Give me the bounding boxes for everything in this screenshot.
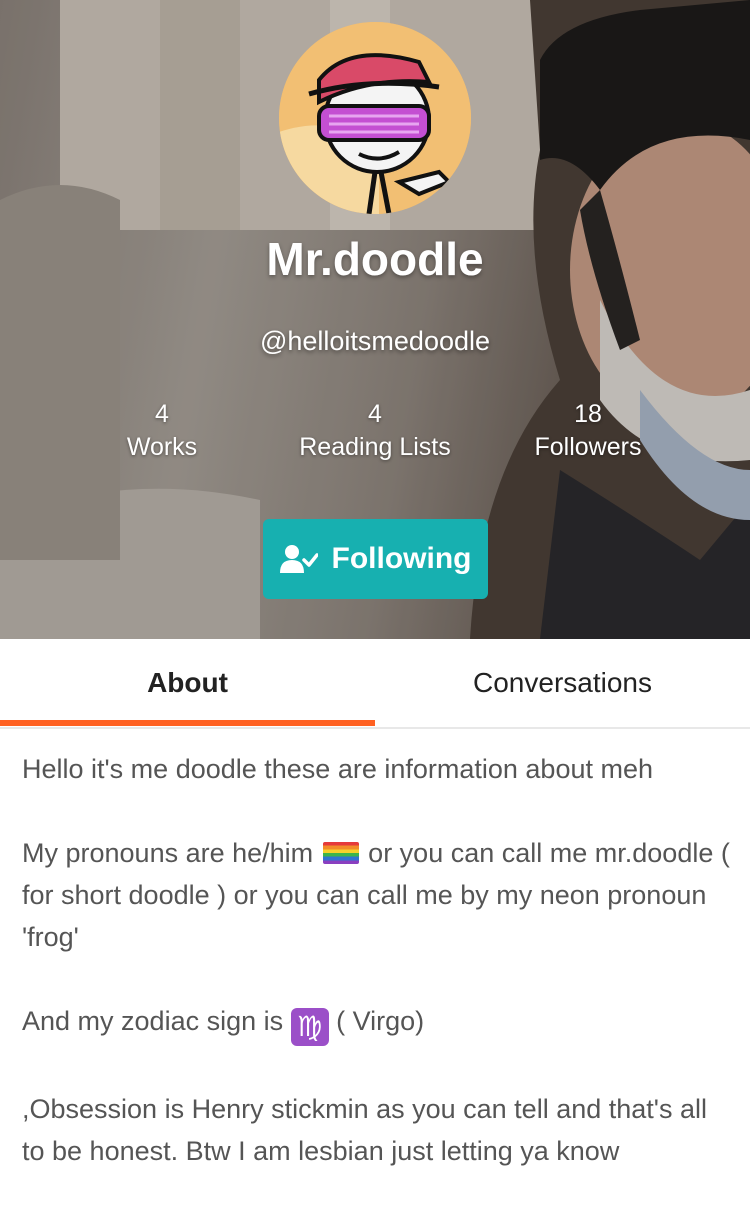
stat-works[interactable]: 4 Works: [42, 398, 282, 464]
active-tab-indicator: [0, 720, 375, 726]
stat-count: 4: [368, 400, 382, 428]
profile-display-name: Mr.doodle: [266, 233, 484, 285]
about-section: Hello it's me doodle these are informati…: [22, 748, 732, 1214]
stat-label: Works: [126, 433, 198, 461]
stat-label: Reading Lists: [299, 433, 451, 461]
about-paragraph: Hello it's me doodle these are informati…: [22, 748, 732, 790]
avatar-image: [279, 22, 471, 214]
profile-stats: 4 Works 4 Reading Lists 18 Followers: [0, 398, 750, 470]
stat-label: Followers: [534, 433, 642, 461]
profile-header: Mr.doodle @helloitsmedoodle 4 Works 4 Re…: [0, 0, 750, 639]
tab-about[interactable]: About: [0, 639, 375, 727]
tab-conversations[interactable]: Conversations: [375, 639, 750, 727]
about-text: ( Virgo): [328, 1006, 425, 1036]
following-button[interactable]: Following: [263, 519, 488, 599]
about-text: ,Obsession is Henry stickmin as you can …: [22, 1094, 707, 1166]
about-text: Hello it's me doodle these are informati…: [22, 754, 654, 784]
virgo-icon: ♍: [290, 1008, 329, 1046]
about-paragraph: And my zodiac sign is ♍ ( Virgo): [22, 1000, 732, 1046]
stat-count: 18: [574, 400, 602, 428]
profile-avatar[interactable]: [279, 22, 471, 214]
rainbow-flag-icon: [322, 842, 359, 864]
stat-count: 4: [155, 400, 169, 428]
about-paragraph: My pronouns are he/him or you can call m…: [22, 832, 732, 958]
stat-reading-lists[interactable]: 4 Reading Lists: [255, 398, 495, 464]
about-text: My pronouns are he/him: [22, 838, 314, 868]
following-button-label: Following: [331, 542, 472, 575]
profile-tabs: About Conversations: [0, 639, 750, 729]
about-paragraph: ,Obsession is Henry stickmin as you can …: [22, 1088, 732, 1172]
profile-username: @helloitsmedoodle: [259, 326, 491, 356]
about-text: And my zodiac sign is: [22, 1006, 291, 1036]
user-check-icon: [279, 545, 318, 573]
stat-followers[interactable]: 18 Followers: [468, 398, 708, 464]
